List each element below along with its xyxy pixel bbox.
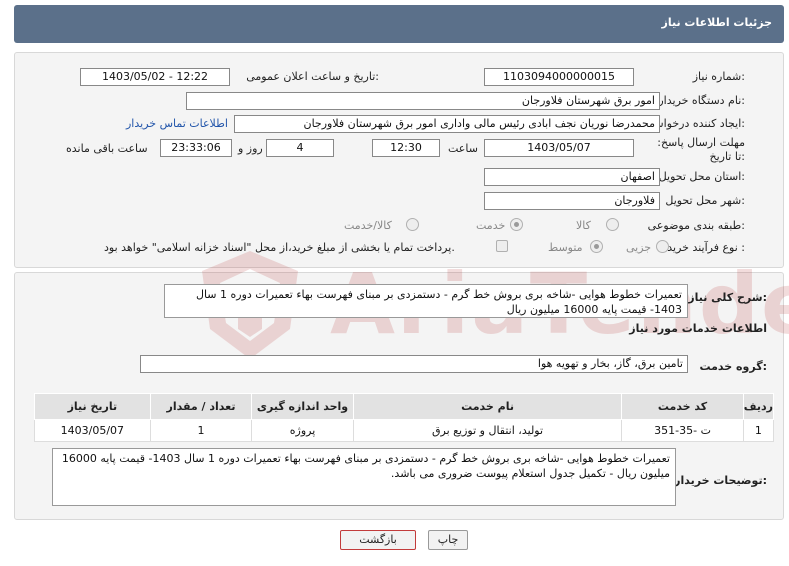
service-group-field: تامین برق، گاز، بخار و تهویه هوا	[140, 355, 688, 373]
creator-field: محمدرضا نوریان نجف ابادی رئیس مالی وادار…	[234, 115, 660, 133]
category-option-goods-service: کالا/خدمت	[344, 219, 392, 232]
category-option-service: خدمت	[476, 219, 506, 232]
treasury-payment-checkbox[interactable]	[496, 240, 508, 252]
back-button[interactable]: بازگشت	[340, 530, 416, 550]
process-option-minor: جزیی	[626, 241, 652, 254]
cell-quantity: 1	[149, 419, 253, 442]
need-number-field: 1103094000000015	[484, 68, 634, 86]
cell-service-code: ت -35-351	[621, 419, 744, 442]
buyer-org-label: نام دستگاه خریدار:	[658, 94, 745, 107]
table-row: 1 ت -35-351 تولید، انتقال و توزیع برق پر…	[34, 419, 775, 442]
cell-service-name: تولید، انتقال و توزیع برق	[352, 419, 623, 442]
summary-label: شرح کلی نیاز:	[688, 291, 767, 304]
province-label: استان محل تحویل:	[658, 170, 745, 183]
summary-textarea: تعمیرات خطوط هوایی -شاخه بری بروش خط گرم…	[164, 284, 688, 318]
announce-field: 1403/05/02 - 12:22	[80, 68, 230, 86]
contact-info-link[interactable]: اطلاعات تماس خریدار	[126, 117, 228, 130]
col-unit: واحد اندازه گیری	[251, 393, 354, 420]
deadline-time-field: 12:30	[372, 139, 440, 157]
city-field: فلاورجان	[484, 192, 660, 210]
col-quantity: تعداد / مقدار	[149, 393, 253, 420]
process-radio-medium[interactable]	[590, 240, 603, 253]
process-label: نوع فرآیند خرید :	[667, 241, 745, 254]
col-service-name: نام خدمت	[352, 393, 623, 420]
deadline-time-label: ساعت	[448, 142, 478, 155]
buyer-org-field: امور برق شهرستان فلاورجان	[186, 92, 660, 110]
city-label: شهر محل تحویل:	[665, 194, 745, 207]
days-remaining-field: 4	[266, 139, 334, 157]
deadline-date-field: 1403/05/07	[484, 139, 634, 157]
announce-label: تاریخ و ساعت اعلان عمومی:	[246, 70, 379, 83]
need-number-label: شماره نیاز:	[692, 70, 745, 83]
remaining-time-field: 23:33:06	[160, 139, 232, 157]
page-header: جزئیات اطلاعات نیاز	[14, 5, 784, 43]
service-group-label: گروه خدمت:	[699, 360, 767, 373]
remaining-label: ساعت باقی مانده	[66, 142, 148, 155]
buyer-notes-label: توضیحات خریدار:	[674, 474, 767, 487]
col-service-code: کد خدمت	[621, 393, 744, 420]
cell-row-number: 1	[742, 419, 775, 442]
services-table-header: ردیف کد خدمت نام خدمت واحد اندازه گیری ت…	[34, 393, 775, 420]
col-need-date: تاریخ نیاز	[34, 393, 151, 420]
category-radio-service[interactable]	[510, 218, 523, 231]
category-option-goods: کالا	[576, 219, 591, 232]
cell-unit: پروژه	[251, 419, 354, 442]
services-table: ردیف کد خدمت نام خدمت واحد اندازه گیری ت…	[34, 393, 775, 442]
category-radio-goods[interactable]	[606, 218, 619, 231]
buyer-notes-textarea: تعمیرات خطوط هوایی -شاخه بری بروش خط گرم…	[52, 448, 676, 506]
payment-note: پرداخت تمام یا بخشی از مبلغ خرید،از محل …	[104, 241, 455, 254]
process-option-medium: متوسط	[548, 241, 583, 254]
deadline-label: مهلت ارسال پاسخ: تا تاریخ:	[657, 136, 745, 163]
category-label: طبقه بندی موضوعی:	[647, 219, 745, 232]
col-row-number: ردیف	[742, 393, 775, 420]
print-button[interactable]: چاپ	[428, 530, 468, 550]
page-title: جزئیات اطلاعات نیاز	[661, 16, 773, 29]
category-radio-goods-service[interactable]	[406, 218, 419, 231]
services-title: اطلاعات خدمات مورد نیاز	[629, 322, 767, 335]
cell-need-date: 1403/05/07	[34, 419, 151, 442]
days-label: روز و	[238, 142, 263, 155]
province-field: اصفهان	[484, 168, 660, 186]
process-radio-minor[interactable]	[656, 240, 669, 253]
